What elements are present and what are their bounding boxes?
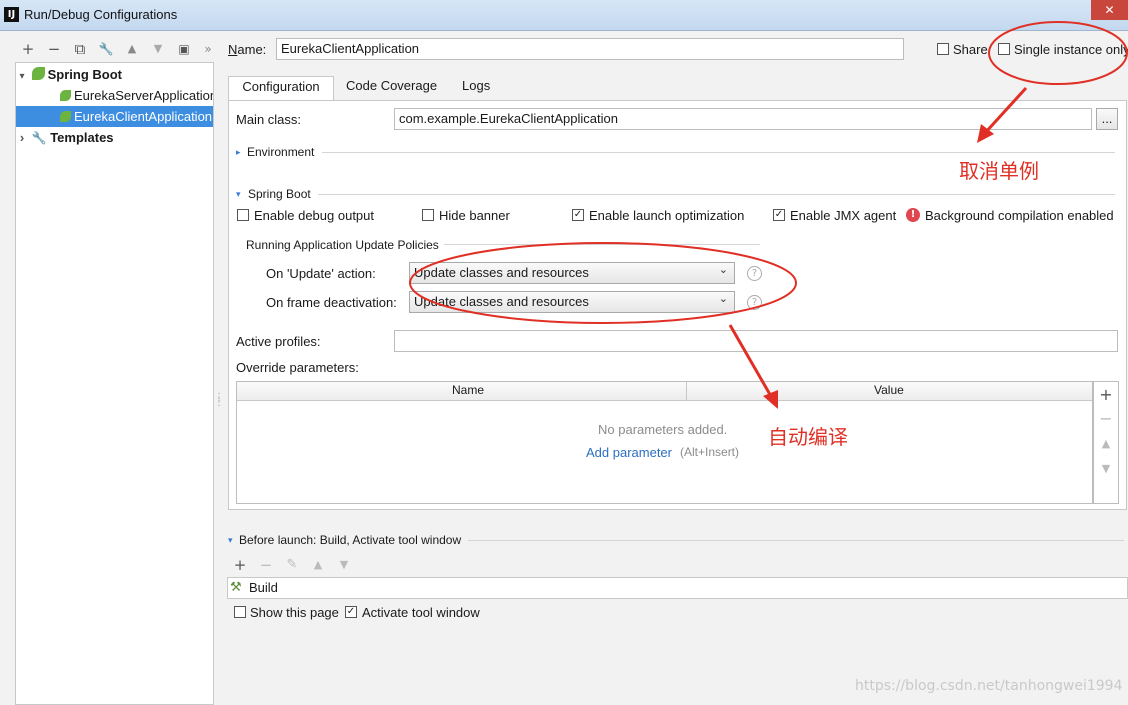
annotation-overlay <box>409 21 1128 409</box>
watermark: https://blog.csdn.net/tanhongwei1994 <box>855 678 1123 694</box>
annotation-arrow-line <box>983 86 1028 135</box>
annotation-cancel-singleton: 取消单例 <box>959 159 1039 183</box>
annotation-arrow-line <box>728 324 774 399</box>
annotation-auto-compile: 自动编译 <box>768 425 848 449</box>
annotation-circle-update-policies <box>409 242 797 324</box>
annotation-circle-single-instance <box>988 21 1128 85</box>
